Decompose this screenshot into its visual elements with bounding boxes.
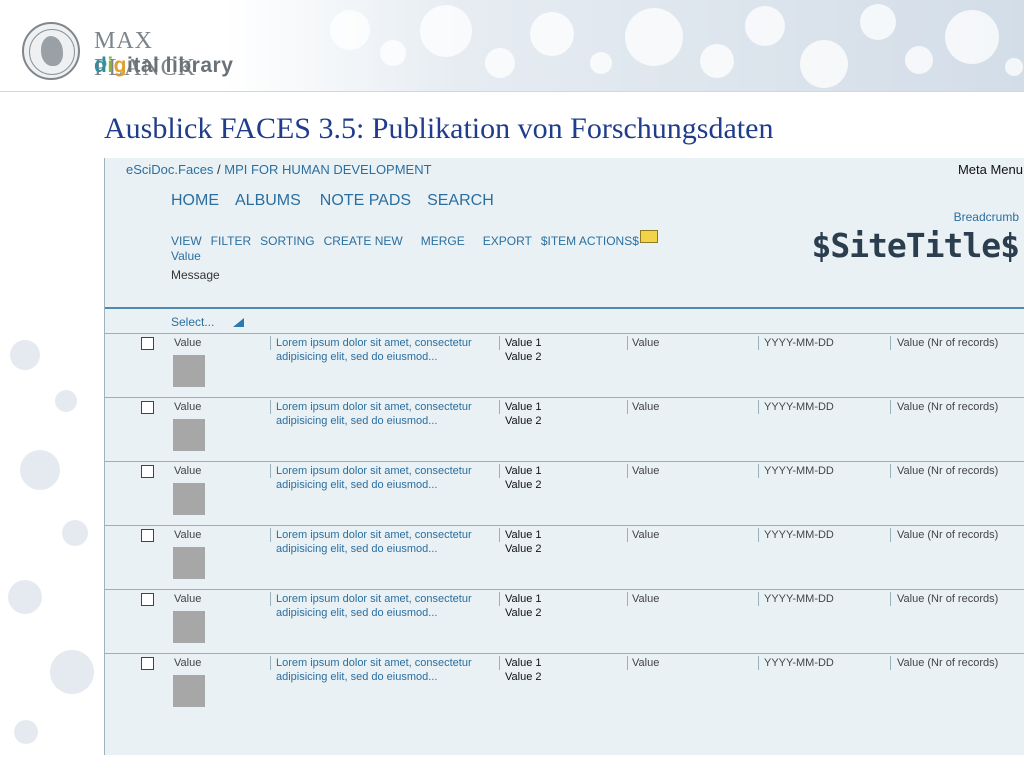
row-date: YYYY-MM-DD bbox=[764, 529, 834, 541]
action-merge[interactable]: MERGE bbox=[421, 234, 465, 248]
table-row: Value Lorem ipsum dolor sit amet, consec… bbox=[105, 590, 1024, 654]
table-row: Value Lorem ipsum dolor sit amet, consec… bbox=[105, 398, 1024, 462]
row-value: Value bbox=[174, 529, 202, 541]
row-values: Value 1 Value 2 bbox=[505, 337, 542, 363]
breadcrumb[interactable]: Breadcrumb bbox=[954, 210, 1019, 224]
value-text: Value bbox=[171, 249, 201, 263]
row-date: YYYY-MM-DD bbox=[764, 593, 834, 605]
max-planck-seal-icon bbox=[22, 22, 80, 80]
nav-home[interactable]: HOME bbox=[171, 192, 219, 209]
row-description[interactable]: Lorem ipsum dolor sit amet, consectetur a… bbox=[276, 336, 472, 364]
row-record-count: Value (Nr of records) bbox=[897, 465, 999, 477]
institute-link[interactable]: MPI FOR HUMAN DEVELOPMENT bbox=[224, 162, 431, 177]
action-item-actions[interactable]: $ITEM ACTIONS$ bbox=[541, 234, 639, 248]
row-value-2: Value bbox=[632, 401, 660, 413]
checkbox-icon[interactable] bbox=[141, 401, 154, 414]
checkbox-icon[interactable] bbox=[141, 529, 154, 542]
row-value: Value bbox=[174, 593, 202, 605]
thumbnail-image[interactable] bbox=[173, 547, 205, 579]
row-values: Value 1 Value 2 bbox=[505, 465, 542, 491]
app-link[interactable]: eSciDoc.Faces bbox=[126, 162, 213, 177]
table-row: Value Lorem ipsum dolor sit amet, consec… bbox=[105, 526, 1024, 590]
row-value-2: Value bbox=[632, 593, 660, 605]
action-view[interactable]: VIEW bbox=[171, 234, 202, 248]
results-list: Value Lorem ipsum dolor sit amet, consec… bbox=[105, 334, 1024, 717]
row-value-2: Value bbox=[632, 529, 660, 541]
nav-note-pads[interactable]: NOTE PADS bbox=[320, 192, 411, 209]
row-description[interactable]: Lorem ipsum dolor sit amet, consectetur a… bbox=[276, 592, 472, 620]
row-record-count: Value (Nr of records) bbox=[897, 529, 999, 541]
row-value: Value bbox=[174, 465, 202, 477]
row-description[interactable]: Lorem ipsum dolor sit amet, consectetur a… bbox=[276, 528, 472, 556]
row-date: YYYY-MM-DD bbox=[764, 657, 834, 669]
nav-albums[interactable]: ALBUMS bbox=[235, 192, 301, 209]
logo-subtitle: digital library bbox=[94, 54, 234, 77]
main-navigation: HOME ALBUMS NOTE PADS SEARCH bbox=[171, 192, 510, 210]
row-values: Value 1 Value 2 bbox=[505, 657, 542, 683]
checkbox-icon[interactable] bbox=[141, 593, 154, 606]
checkbox-icon[interactable] bbox=[141, 465, 154, 478]
action-sorting[interactable]: SORTING bbox=[260, 234, 314, 248]
site-title: $SiteTitle$ bbox=[811, 226, 1020, 265]
triangle-icon[interactable] bbox=[233, 318, 244, 327]
row-value-2: Value bbox=[632, 465, 660, 477]
select-dropdown[interactable]: Select... bbox=[171, 315, 214, 329]
action-create-new[interactable]: CREATE NEW bbox=[324, 234, 403, 248]
row-value-2: Value bbox=[632, 337, 660, 349]
row-values: Value 1 Value 2 bbox=[505, 401, 542, 427]
slide-title: Ausblick FACES 3.5: Publikation von Fors… bbox=[104, 112, 774, 145]
action-export[interactable]: EXPORT bbox=[483, 234, 532, 248]
sticky-note-icon[interactable] bbox=[639, 230, 658, 243]
row-date: YYYY-MM-DD bbox=[764, 401, 834, 413]
nav-search[interactable]: SEARCH bbox=[427, 192, 494, 209]
row-record-count: Value (Nr of records) bbox=[897, 657, 999, 669]
table-row: Value Lorem ipsum dolor sit amet, consec… bbox=[105, 654, 1024, 717]
row-value-2: Value bbox=[632, 657, 660, 669]
max-planck-logo: MAX PLANCK digital library bbox=[22, 22, 242, 82]
row-record-count: Value (Nr of records) bbox=[897, 401, 999, 413]
thumbnail-image[interactable] bbox=[173, 419, 205, 451]
thumbnail-image[interactable] bbox=[173, 483, 205, 515]
checkbox-icon[interactable] bbox=[141, 337, 154, 350]
table-row: Value Lorem ipsum dolor sit amet, consec… bbox=[105, 462, 1024, 526]
row-values: Value 1 Value 2 bbox=[505, 529, 542, 555]
row-description[interactable]: Lorem ipsum dolor sit amet, consectetur a… bbox=[276, 464, 472, 492]
row-description[interactable]: Lorem ipsum dolor sit amet, consectetur a… bbox=[276, 656, 472, 684]
row-value: Value bbox=[174, 337, 202, 349]
section-divider bbox=[105, 307, 1024, 309]
app-mockup: eSciDoc.Faces / MPI FOR HUMAN DEVELOPMEN… bbox=[104, 158, 1024, 755]
decorative-dots bbox=[0, 300, 104, 768]
row-values: Value 1 Value 2 bbox=[505, 593, 542, 619]
top-breadcrumb: eSciDoc.Faces / MPI FOR HUMAN DEVELOPMEN… bbox=[126, 162, 432, 177]
checkbox-icon[interactable] bbox=[141, 657, 154, 670]
row-date: YYYY-MM-DD bbox=[764, 337, 834, 349]
row-record-count: Value (Nr of records) bbox=[897, 337, 999, 349]
thumbnail-image[interactable] bbox=[173, 611, 205, 643]
action-toolbar: VIEW FILTER SORTING CREATE NEW MERGE EXPORT $I… bbox=[171, 230, 658, 248]
row-value: Value bbox=[174, 657, 202, 669]
row-record-count: Value (Nr of records) bbox=[897, 593, 999, 605]
row-date: YYYY-MM-DD bbox=[764, 465, 834, 477]
message-text: Message bbox=[171, 268, 220, 282]
row-description[interactable]: Lorem ipsum dolor sit amet, consectetur a… bbox=[276, 400, 472, 428]
thumbnail-image[interactable] bbox=[173, 355, 205, 387]
meta-menu[interactable]: Meta Menu bbox=[958, 162, 1023, 177]
row-value: Value bbox=[174, 401, 202, 413]
header-divider bbox=[0, 91, 1024, 92]
thumbnail-image[interactable] bbox=[173, 675, 205, 707]
action-filter[interactable]: FILTER bbox=[211, 234, 251, 248]
table-row: Value Lorem ipsum dolor sit amet, consec… bbox=[105, 334, 1024, 398]
